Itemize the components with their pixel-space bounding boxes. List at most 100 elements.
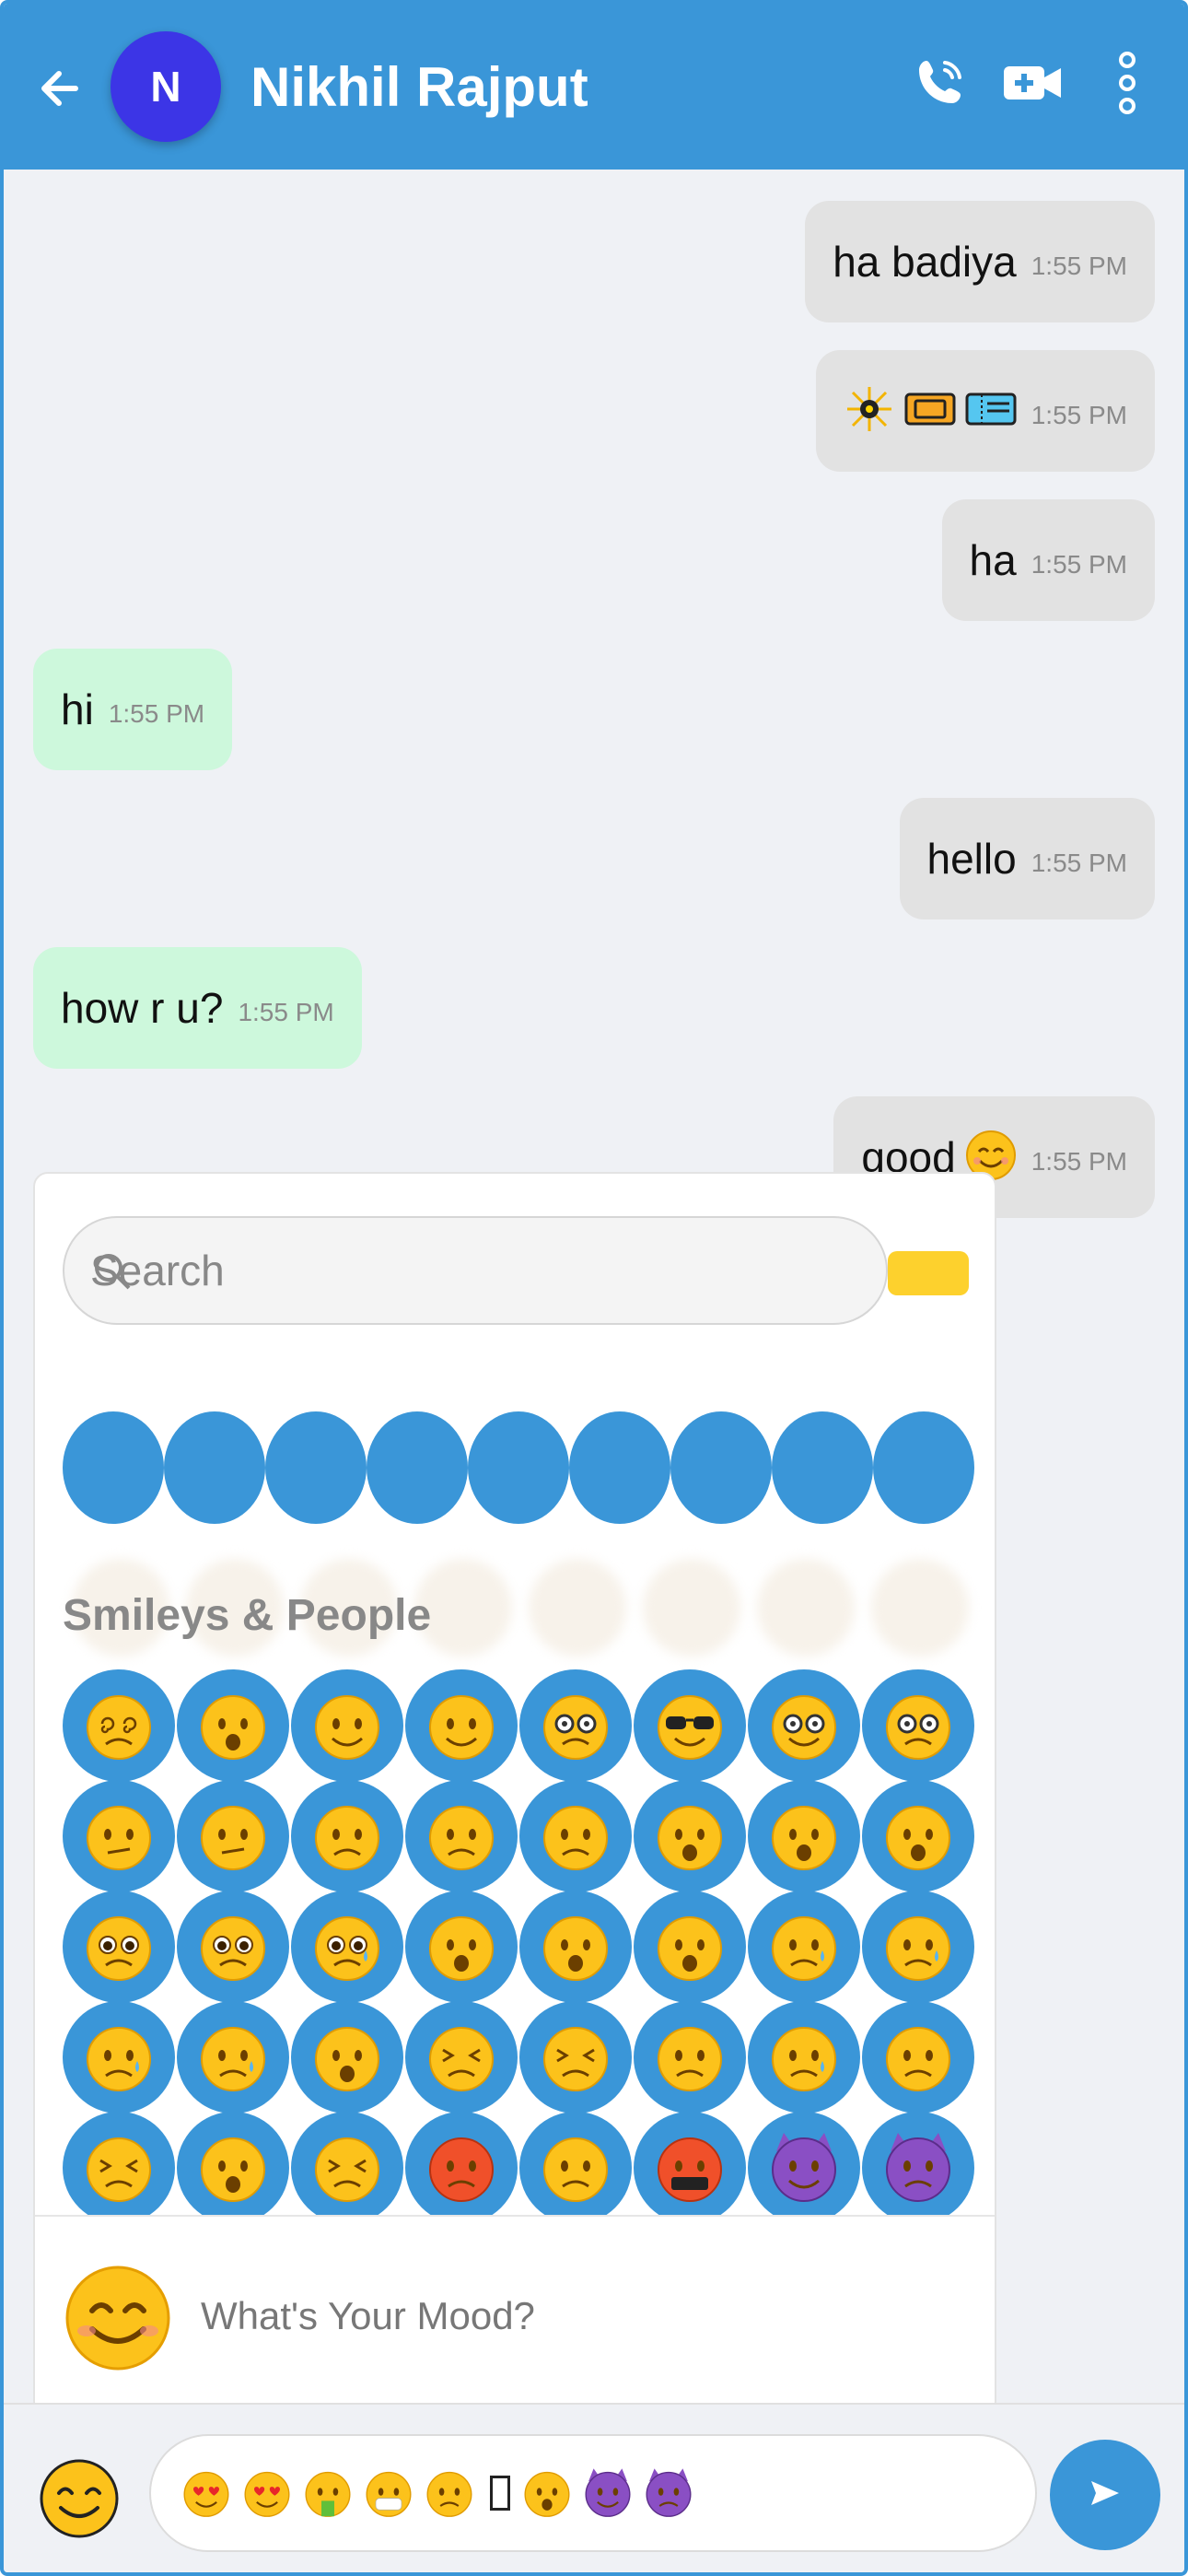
emoji-weary-face[interactable]	[862, 2001, 974, 2113]
emoji-face-with-monocle[interactable]	[862, 1669, 974, 1782]
smiling-face-with-heart-eyes-icon	[241, 2467, 293, 2519]
emoji-face-with-symbols-on-mouth[interactable]	[634, 2112, 746, 2224]
emoji-loudly-crying-face[interactable]	[177, 2001, 289, 2113]
message-bubble-incoming[interactable]: how r u? 1:55 PM	[33, 947, 362, 1069]
exploding-head-icon	[201, 1695, 265, 1760]
fearful-face-icon	[658, 1916, 722, 1981]
nerd-face-icon	[772, 1695, 836, 1760]
sparkler-icon	[844, 383, 895, 439]
emoji-face-with-steam-from-nose[interactable]	[291, 2112, 403, 2224]
emoji-worried-face[interactable]	[291, 1780, 403, 1892]
category-tab[interactable]	[569, 1411, 670, 1524]
emoji-astonished-face[interactable]	[862, 1780, 974, 1892]
chat-header: N Nikhil Rajput	[4, 4, 1184, 170]
weary-face-icon	[886, 2027, 950, 2091]
message-text: ha badiya	[833, 238, 1017, 286]
sad-but-relieved-face-icon	[886, 1916, 950, 1981]
ticket-icon	[965, 391, 1017, 432]
emoji-persevering-face[interactable]	[519, 2001, 632, 2113]
emoji-hushed-face[interactable]	[748, 1780, 860, 1892]
ticket-icon	[904, 391, 956, 432]
send-button[interactable]	[1050, 2440, 1160, 2550]
emoji-toggle-icon[interactable]	[39, 2458, 120, 2539]
chat-screen: N Nikhil Rajput ha badiya 1:55 PM 1:55 P…	[0, 0, 1188, 2576]
downcast-face-with-sweat-icon	[772, 2027, 836, 2091]
emoji-downcast-face-with-sweat[interactable]	[748, 2001, 860, 2113]
message-text: hello	[926, 835, 1017, 883]
message-bubble-outgoing[interactable]: hello 1:55 PM	[899, 798, 1155, 919]
category-tab[interactable]	[670, 1411, 772, 1524]
emoji-yawning-face[interactable]	[177, 2112, 289, 2224]
emoji-slightly-frowning-face[interactable]	[405, 1780, 518, 1892]
category-tab[interactable]	[63, 1411, 164, 1524]
emoji-smiling-face-with-horns[interactable]	[748, 2112, 860, 2224]
hushed-face-icon	[521, 2467, 573, 2519]
emoji-fearful-face[interactable]	[634, 1891, 746, 2003]
emoji-search-input[interactable]: Search	[63, 1216, 888, 1325]
face-with-diagonal-mouth-icon	[201, 1806, 265, 1870]
emoji-frowning-face[interactable]	[519, 1780, 632, 1892]
emoji-exploding-head[interactable]	[177, 1669, 289, 1782]
face-holding-back-tears-icon	[315, 1916, 379, 1981]
message-text: ha	[969, 536, 1017, 584]
yawning-face-icon	[201, 2137, 265, 2202]
emoji-cowboy-hat-face[interactable]	[291, 1669, 403, 1782]
back-arrow-icon[interactable]	[31, 59, 90, 118]
search-placeholder: Search	[90, 1247, 225, 1294]
emoji-anguished-face[interactable]	[519, 1891, 632, 2003]
mood-preview-text: What's Your Mood?	[201, 2294, 535, 2337]
emoji-anxious-face-with-sweat[interactable]	[748, 1891, 860, 2003]
message-input[interactable]	[149, 2434, 1037, 2552]
message-bubble-outgoing[interactable]: 1:55 PM	[815, 350, 1155, 472]
category-tab[interactable]	[873, 1411, 974, 1524]
message-bubble-outgoing[interactable]: ha badiya 1:55 PM	[805, 201, 1155, 322]
emoji-face-with-open-mouth[interactable]	[634, 1780, 746, 1892]
avatar[interactable]: N	[111, 31, 221, 142]
hushed-face-icon	[772, 1806, 836, 1870]
emoji-angry-face-with-horns[interactable]	[862, 2112, 974, 2224]
emoji-face-holding-back-tears[interactable]	[291, 1891, 403, 2003]
category-tab[interactable]	[265, 1411, 367, 1524]
emoji-smiling-face-with-sunglasses[interactable]	[634, 1669, 746, 1782]
worried-face-icon	[424, 2467, 475, 2519]
frowning-face-with-open-mouth-icon	[429, 1916, 494, 1981]
emoji-face-screaming-in-fear[interactable]	[291, 2001, 403, 2113]
emoji-picker-footer: What's Your Mood?	[35, 2215, 995, 2414]
emoji-tired-face[interactable]	[63, 2112, 175, 2224]
emoji-pouting-face[interactable]	[405, 2112, 518, 2224]
emoji-frowning-face-with-open-mouth[interactable]	[405, 1891, 518, 2003]
contact-name[interactable]: Nikhil Rajput	[250, 55, 588, 119]
emoji-flushed-face[interactable]	[63, 1891, 175, 2003]
anguished-face-icon	[543, 1916, 608, 1981]
emoji-disguised-face[interactable]	[519, 1669, 632, 1782]
emoji-confounded-face[interactable]	[405, 2001, 518, 2113]
skin-tone-selector[interactable]	[888, 1251, 969, 1295]
emoji-sad-but-relieved-face[interactable]	[862, 1891, 974, 2003]
emoji-disappointed-face[interactable]	[634, 2001, 746, 2113]
message-time: 1:55 PM	[1031, 252, 1127, 280]
message-bubble-outgoing[interactable]: ha 1:55 PM	[941, 499, 1155, 621]
smiling-face-with-sunglasses-icon	[658, 1695, 722, 1760]
message-bubble-incoming[interactable]: hi 1:55 PM	[33, 649, 233, 770]
emoji-angry-face[interactable]	[519, 2112, 632, 2224]
angry-face-icon	[543, 2137, 608, 2202]
message-time: 1:55 PM	[1031, 401, 1127, 429]
emoji-confused-face[interactable]	[63, 1780, 175, 1892]
face-with-steam-from-nose-icon	[315, 2137, 379, 2202]
category-tab[interactable]	[164, 1411, 265, 1524]
emoji-pleading-face[interactable]	[177, 1891, 289, 2003]
video-call-icon[interactable]	[996, 46, 1070, 120]
emoji-crying-face[interactable]	[63, 2001, 175, 2113]
phone-call-icon[interactable]	[903, 46, 976, 120]
emoji-partying-face[interactable]	[405, 1669, 518, 1782]
faded-emoji	[757, 1559, 855, 1657]
category-tab[interactable]	[772, 1411, 873, 1524]
category-tab[interactable]	[468, 1411, 569, 1524]
category-tab[interactable]	[367, 1411, 468, 1524]
faded-emoji	[871, 1559, 969, 1657]
emoji-nerd-face[interactable]	[748, 1669, 860, 1782]
emoji-face-with-diagonal-mouth[interactable]	[177, 1780, 289, 1892]
message-time: 1:55 PM	[108, 699, 205, 728]
more-vertical-icon[interactable]	[1090, 46, 1164, 120]
emoji-face-with-spiral-eyes[interactable]	[63, 1669, 175, 1782]
